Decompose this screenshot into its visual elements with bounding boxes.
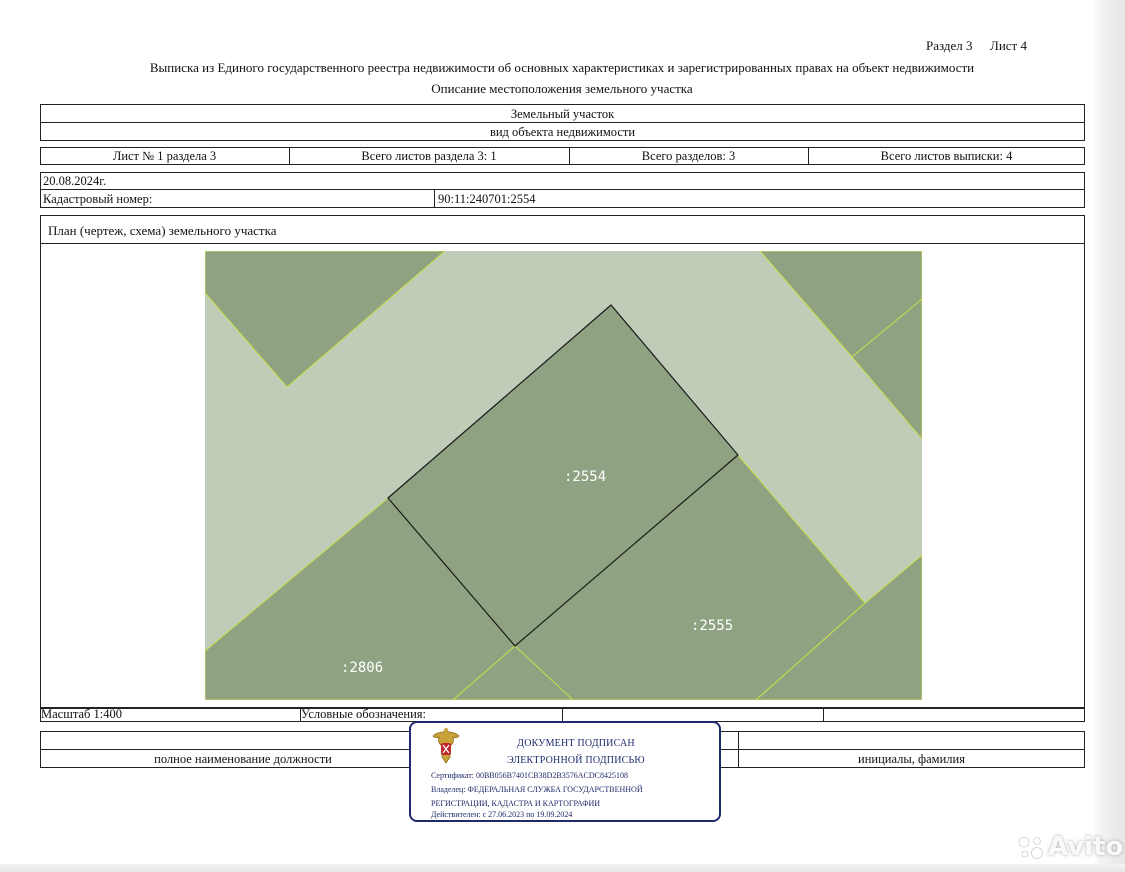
plan-title: План (чертеж, схема) земельного участка	[48, 223, 277, 238]
object-type-value: Земельный участок	[510, 107, 615, 121]
total-sheets-extract: Всего листов выписки: 4	[880, 149, 1013, 163]
avito-text: Avito	[1048, 832, 1124, 862]
total-sections: Всего разделов: 3	[641, 149, 736, 163]
stamp-certificate: Сертификат: 00BB056B7401CB38D2B3576ACDC8…	[431, 771, 628, 780]
stamp-line2: ЭЛЕКТРОННОЙ ПОДПИСЬЮ	[507, 755, 645, 766]
meta-table	[40, 172, 1085, 208]
land-plot-plan: :2554 :2555 :2806	[205, 251, 922, 700]
page-edge-bottom	[0, 864, 1125, 872]
electronic-signature-stamp: ДОКУМЕНТ ПОДПИСАН ЭЛЕКТРОННОЙ ПОДПИСЬЮ С…	[409, 721, 721, 822]
legend-label: Условные обозначения:	[301, 707, 427, 721]
label-2554: :2554	[564, 469, 606, 485]
stamp-owner-line2: РЕГИСТРАЦИИ, КАДАСТРА И КАРТОГРАФИИ	[431, 799, 601, 808]
label-2806: :2806	[341, 660, 383, 676]
scale-label: Масштаб 1:400	[41, 707, 122, 721]
coat-of-arms-icon	[432, 728, 460, 764]
section-label: Раздел 3	[926, 38, 973, 53]
stamp-valid: Действителен: с 27.06.2023 по 19.09.2024	[431, 810, 573, 819]
document-subtitle: Описание местоположения земельного участ…	[431, 81, 693, 96]
page-edge-right	[1092, 0, 1125, 872]
position-caption: полное наименование должности	[154, 752, 332, 766]
stamp-owner-line1: Владелец: ФЕДЕРАЛЬНАЯ СЛУЖБА ГОСУДАРСТВЕ…	[431, 785, 643, 794]
avito-watermark: Avito	[1016, 830, 1123, 866]
document-title: Выписка из Единого государственного реес…	[149, 60, 975, 75]
cadastral-label: Кадастровый номер:	[43, 192, 153, 206]
sheet-of-section: Лист № 1 раздела 3	[112, 149, 217, 163]
cadastral-number: 90:11:240701:2554	[438, 192, 536, 206]
total-sheets-section: Всего листов раздела 3: 1	[361, 149, 497, 163]
sheet-label: Лист 4	[990, 38, 1027, 53]
extract-date: 20.08.2024г.	[43, 174, 107, 188]
label-2555: :2555	[691, 618, 733, 634]
initials-caption: инициалы, фамилия	[858, 752, 965, 766]
stamp-line1: ДОКУМЕНТ ПОДПИСАН	[517, 738, 635, 749]
avito-dots-icon	[1018, 836, 1043, 859]
object-type-caption: вид объекта недвижимости	[489, 125, 636, 139]
